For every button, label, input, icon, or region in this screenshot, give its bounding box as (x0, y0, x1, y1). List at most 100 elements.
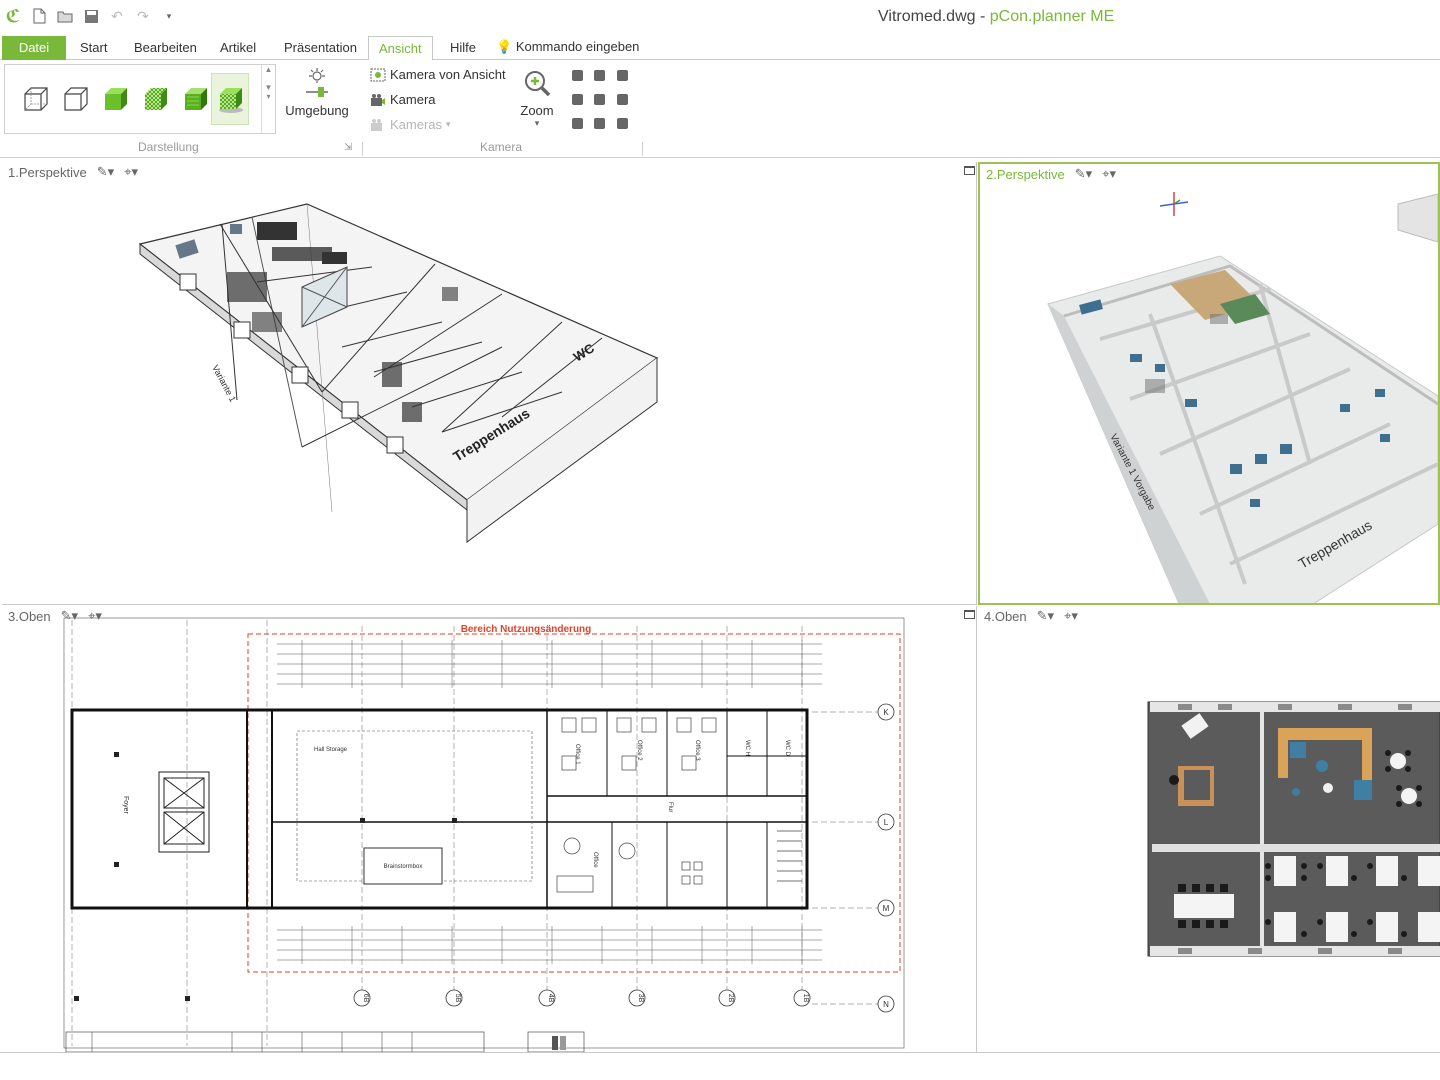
save-icon[interactable] (82, 6, 100, 26)
lightbulb-icon: 💡 (496, 39, 513, 54)
view-front-icon[interactable] (594, 94, 605, 105)
environment-button[interactable]: Umgebung (282, 66, 352, 118)
office-d-label: Office (592, 852, 598, 868)
floor-label: Flur (667, 802, 673, 812)
axis-label-1b: 1B (802, 994, 809, 1003)
new-file-icon[interactable] (30, 6, 48, 26)
tab-view[interactable]: Ansicht (368, 36, 433, 61)
office1-label: Office 1 (574, 744, 580, 765)
view-iso-bottom-right-icon[interactable] (617, 118, 628, 129)
axis-label-l: L (884, 818, 889, 827)
group-label-display: Darstellung (138, 140, 199, 154)
standard-views-grid (566, 66, 636, 132)
view-iso-top-left-icon[interactable] (572, 70, 583, 81)
group-separator (362, 142, 363, 156)
axis-gizmo (1159, 192, 1189, 216)
shadow-cube-icon[interactable] (216, 85, 244, 113)
perspective-3d-scene: Variante 1 Treppenhaus WC (138, 203, 659, 544)
axis-label-m: M (883, 904, 890, 913)
camera-label: Kamera (390, 92, 436, 107)
crosshair-icon[interactable]: ⌖▾ (1102, 166, 1116, 182)
view-bottom-icon[interactable] (594, 118, 605, 129)
undo-icon[interactable]: ↶ (108, 6, 126, 26)
gallery-scrollbar[interactable]: ▲ ▼ ▾ (261, 65, 275, 133)
pencil-icon[interactable]: ✎▾ (61, 608, 78, 624)
sun-slider-icon (306, 68, 328, 97)
viewport-name[interactable]: 4.Oben (984, 609, 1027, 624)
tab-help[interactable]: Hilfe (440, 36, 486, 60)
customize-qat-icon[interactable]: ▾ (160, 6, 178, 26)
camera-from-view-button[interactable]: Kamera von Ansicht (370, 67, 506, 82)
chevron-down-icon: ▾ (534, 118, 540, 128)
hall-storage-label: Hall Storage (314, 747, 348, 753)
viewport-top-4[interactable]: 4.Oben ✎▾ ⌖▾ (978, 606, 1440, 1052)
title-bar: ℭ ↶ ↷ ▾ Vitromed.dwg - pCon.planner ME (0, 0, 1440, 34)
ribbon-tabs: Datei Start Bearbeiten Artikel Präsentat… (0, 36, 1440, 61)
office3-label: Office 3 (694, 740, 700, 761)
cameras-dropdown[interactable]: Kameras ▾ (370, 117, 451, 132)
axis-label-2b: 2B (727, 994, 734, 1003)
maximize-icon[interactable] (964, 166, 975, 175)
viewport-name[interactable]: 2.Perspektive (986, 167, 1065, 182)
display-style-gallery: ▲ ▼ ▾ (4, 64, 276, 134)
camera-button[interactable]: Kamera (370, 92, 436, 107)
tab-edit[interactable]: Bearbeiten (124, 36, 207, 60)
top-view-render (1147, 701, 1440, 957)
cameras-icon (371, 118, 382, 131)
cameras-label: Kameras (390, 117, 443, 132)
status-bar (0, 1052, 1440, 1080)
dialog-launcher-icon[interactable]: ⇲ (344, 142, 352, 153)
viewport-top-3[interactable]: 3.Oben ✎▾ ⌖▾ Bereich Nutzungsänderung Br… (2, 606, 977, 1052)
axis-label-6b: 6B (362, 994, 369, 1003)
axis-label-3b: 3B (637, 994, 644, 1003)
wireframe-cube-icon[interactable] (21, 85, 49, 113)
crosshair-icon[interactable]: ⌖▾ (1064, 608, 1078, 624)
view-iso-top-right-icon[interactable] (617, 70, 628, 81)
chevron-down-icon: ▾ (446, 119, 451, 129)
hidden-line-cube-icon[interactable] (61, 85, 89, 113)
axis-label-5b: 5B (454, 994, 461, 1003)
tab-presentation[interactable]: Präsentation (274, 36, 367, 60)
office2-label: Office 2 (636, 740, 642, 761)
viewport-name[interactable]: 1.Perspektive (8, 165, 87, 180)
realistic-cube-icon[interactable] (181, 85, 209, 113)
environment-label: Umgebung (285, 103, 349, 118)
shaded-cube-icon[interactable] (101, 85, 129, 113)
crosshair-icon[interactable]: ⌖▾ (124, 164, 138, 180)
foyer-label: Foyer (122, 796, 129, 815)
view-right-icon[interactable] (617, 94, 628, 105)
pencil-icon[interactable]: ✎▾ (1075, 166, 1092, 182)
view-iso-bottom-left-icon[interactable] (572, 118, 583, 129)
zoom-label: Zoom (520, 103, 554, 118)
textured-cube-icon[interactable] (141, 85, 169, 113)
perspective-3d-render: Variante 1 Vorgabe Treppenhaus (1047, 192, 1438, 603)
app-logo-icon[interactable]: ℭ (4, 6, 22, 26)
window-title: Vitromed.dwg - pCon.planner ME (878, 8, 1115, 25)
app-name: pCon.planner ME (989, 8, 1115, 25)
wc-d-label: WC D (784, 740, 790, 757)
viewport-perspective-2[interactable]: 2.Perspektive ✎▾ ⌖▾ Variante 1 Vorgabe T… (978, 162, 1440, 605)
ribbon: ▲ ▼ ▾ Umgebung Kamera von Ansicht Kamera K… (0, 60, 1440, 158)
file-name: Vitromed.dwg (878, 8, 976, 25)
redo-icon[interactable]: ↷ (134, 6, 152, 26)
viewport-header: 4.Oben ✎▾ ⌖▾ (984, 608, 1078, 624)
view-left-icon[interactable] (572, 94, 583, 105)
axis-label-n: N (883, 1000, 889, 1009)
view-top-icon[interactable] (594, 70, 605, 81)
tab-article[interactable]: Artikel (210, 36, 266, 60)
pencil-icon[interactable]: ✎▾ (97, 164, 114, 180)
viewport-header: 1.Perspektive ✎▾ ⌖▾ (8, 164, 138, 180)
viewport-name[interactable]: 3.Oben (8, 609, 51, 624)
maximize-icon[interactable] (964, 610, 975, 619)
viewport-header: 2.Perspektive ✎▾ ⌖▾ (986, 166, 1116, 182)
zoom-button[interactable]: Zoom ▾ (514, 68, 560, 129)
open-folder-icon[interactable] (56, 6, 74, 26)
tab-file[interactable]: Datei (2, 36, 66, 60)
pencil-icon[interactable]: ✎▾ (1037, 608, 1054, 624)
camera-from-view-icon (370, 68, 386, 81)
command-search[interactable]: 💡 Kommando eingeben (496, 36, 639, 58)
tab-start[interactable]: Start (70, 36, 117, 60)
crosshair-icon[interactable]: ⌖▾ (88, 608, 102, 624)
group-separator (642, 142, 643, 156)
viewport-perspective-1[interactable]: 1.Perspektive ✎▾ ⌖▾ Variante 1 Treppenha… (2, 162, 977, 605)
